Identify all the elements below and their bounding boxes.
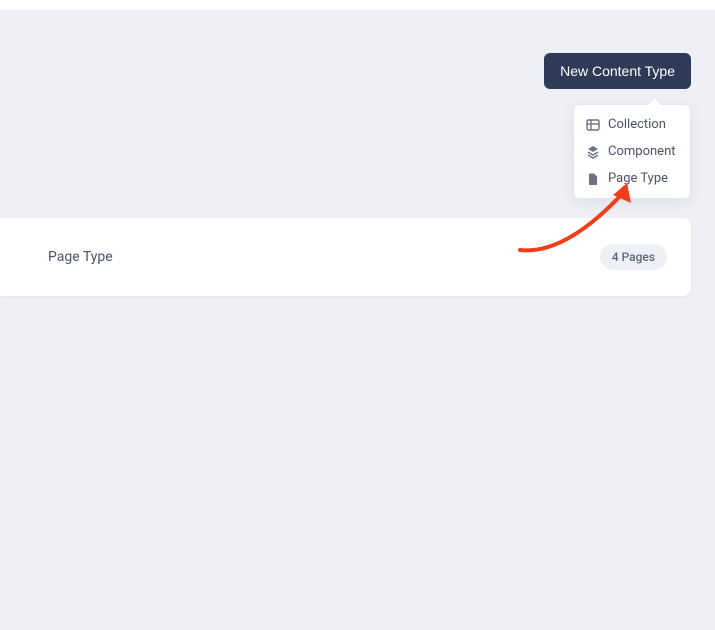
table-icon <box>586 118 600 132</box>
dropdown-item-label: Component <box>608 144 676 159</box>
top-bar <box>0 0 715 10</box>
file-icon <box>586 172 600 186</box>
content-type-card[interactable]: Page Type 4 Pages <box>0 218 691 296</box>
dropdown-item-label: Page Type <box>608 171 668 186</box>
layers-icon <box>586 145 600 159</box>
dropdown-item-page-type[interactable]: Page Type <box>574 165 690 192</box>
card-title: Page Type <box>48 249 113 265</box>
dropdown-item-collection[interactable]: Collection <box>574 111 690 138</box>
page-count-badge: 4 Pages <box>600 244 667 270</box>
dropdown-item-component[interactable]: Component <box>574 138 690 165</box>
new-content-type-button[interactable]: New Content Type <box>544 53 691 89</box>
dropdown-item-label: Collection <box>608 117 666 132</box>
new-content-type-dropdown: Collection Component Page Type <box>573 104 691 199</box>
